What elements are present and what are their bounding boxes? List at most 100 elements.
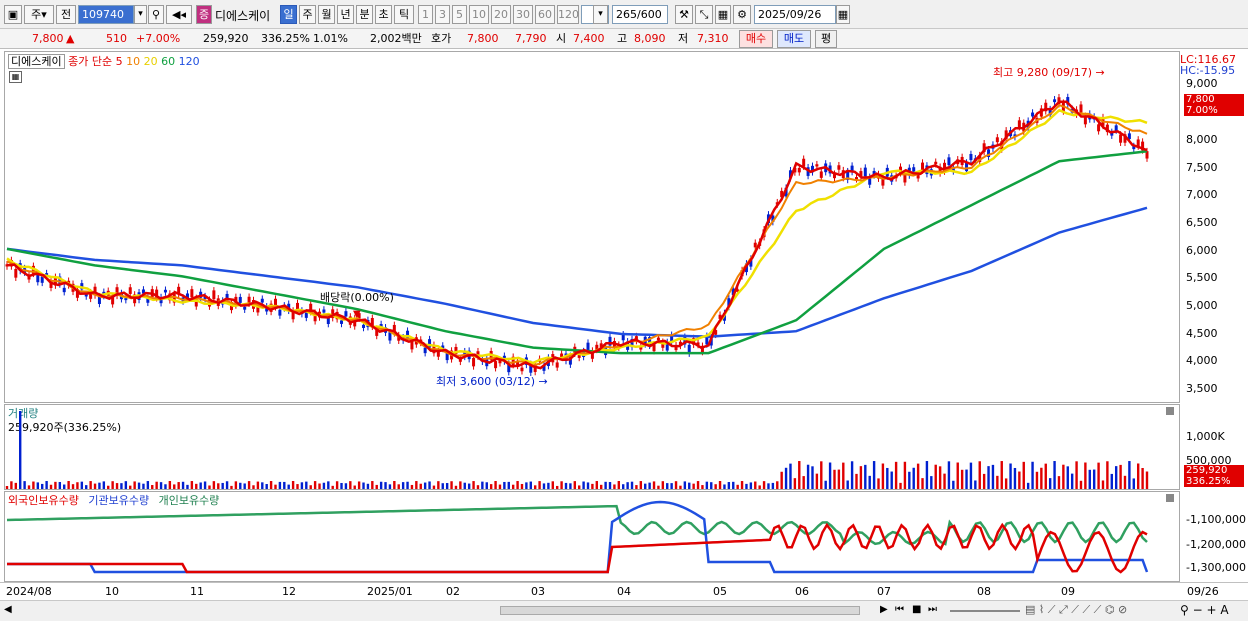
volume-bar xyxy=(965,469,968,489)
volume-bar xyxy=(1035,471,1039,489)
volume-bar xyxy=(181,481,185,489)
code-dropdown-icon[interactable]: ▾ xyxy=(134,5,147,24)
volume-bar xyxy=(256,481,260,489)
volume-bar xyxy=(952,480,955,489)
tool-icon[interactable]: ⚒ xyxy=(675,5,693,24)
zoom-tools-icon[interactable]: ⚲ − + A xyxy=(1180,603,1229,617)
volume-bar xyxy=(217,483,220,489)
x-tick: 08 xyxy=(977,585,991,598)
volume-bar xyxy=(375,484,378,489)
interval-30[interactable]: 30 xyxy=(513,5,533,24)
volume-value: 259,920 xyxy=(203,32,249,45)
period-second[interactable]: 초 xyxy=(375,5,392,24)
scroll-thumb[interactable] xyxy=(500,606,860,615)
candle-body xyxy=(340,320,344,324)
volume-bar xyxy=(120,483,123,489)
window-icon[interactable]: ▣ xyxy=(4,5,22,24)
x-axis: 2024/08 10 11 12 2025/01 02 03 04 05 06 … xyxy=(0,582,1248,600)
x-tick: 02 xyxy=(446,585,460,598)
volume-bar xyxy=(366,483,370,489)
candle-body xyxy=(797,168,801,173)
volume-bar xyxy=(1009,463,1012,489)
volume-bar xyxy=(1031,461,1034,489)
volume-bar xyxy=(115,483,119,489)
up-arrow-icon: ▲ xyxy=(66,32,75,45)
dividend-annotation: 배당락(0.00%) xyxy=(320,291,394,304)
volume-bar xyxy=(815,473,819,489)
interval-60[interactable]: 60 xyxy=(535,5,555,24)
scroll-bar[interactable]: ◀ ▶ ⏮ ■ ⏭ ▤ ⌇ ⟋ ⤢ ⟋ ⟋ ⟋ ⌬ ⊘ ⚲ − + A xyxy=(0,600,1248,621)
volume-bar xyxy=(943,473,946,489)
institution-line xyxy=(7,500,1149,574)
volume-bar xyxy=(1128,461,1131,489)
volume-pct: 336.25% xyxy=(261,32,310,45)
candle-body xyxy=(344,311,348,317)
zoom-slider[interactable] xyxy=(950,610,1020,612)
volume-bar xyxy=(648,482,651,489)
code-input[interactable]: 109740 xyxy=(78,5,134,24)
period-week[interactable]: 주 xyxy=(299,5,316,24)
market-type-select[interactable]: 주▾ xyxy=(24,5,54,24)
interval-3[interactable]: 3 xyxy=(435,5,450,24)
drawing-tools-icon[interactable]: ▤ ⌇ ⟋ ⤢ ⟋ ⟋ ⟋ ⌬ ⊘ xyxy=(1025,603,1127,617)
all-button[interactable]: 전 xyxy=(56,5,76,24)
volume-bar xyxy=(98,482,101,489)
candle-body xyxy=(260,298,264,303)
volume-bar xyxy=(784,467,788,489)
high-arrow-icon: → xyxy=(1095,66,1105,79)
first-icon[interactable]: ⏮ xyxy=(895,604,904,615)
gear-icon[interactable]: ⚙ xyxy=(733,5,751,24)
interval-20[interactable]: 20 xyxy=(491,5,511,24)
x-tick: 2024/08 xyxy=(6,585,52,598)
period-tick[interactable]: 틱 xyxy=(394,5,414,24)
sell-button[interactable]: 매도 xyxy=(777,30,811,48)
eval-button[interactable]: 평 xyxy=(815,30,837,48)
volume-bar xyxy=(58,481,62,489)
x-tick: 2025/01 xyxy=(367,585,413,598)
interval-5[interactable]: 5 xyxy=(452,5,467,24)
save-icon[interactable]: ▦ xyxy=(715,5,731,24)
volume-bar xyxy=(32,481,35,489)
interval-10[interactable]: 10 xyxy=(469,5,489,24)
zoom-icon[interactable]: ⤡ xyxy=(695,5,713,24)
ask-price-2: 7,790 xyxy=(515,32,547,45)
period-day[interactable]: 일 xyxy=(280,5,297,24)
stop-icon[interactable]: ■ xyxy=(912,604,921,615)
volume-bar xyxy=(1004,478,1008,489)
scroll-left-icon[interactable]: ◀ xyxy=(4,604,12,615)
last-icon[interactable]: ⏭ xyxy=(928,604,937,615)
speaker-icon[interactable]: ◀◂ xyxy=(166,5,192,24)
y-tick: 8,000 xyxy=(1186,133,1218,146)
calendar-icon[interactable]: ▦ xyxy=(836,5,850,24)
volume-bar xyxy=(604,481,607,489)
period-month[interactable]: 월 xyxy=(318,5,335,24)
interval-1[interactable]: 1 xyxy=(418,5,433,24)
volume-bar xyxy=(353,485,356,489)
candle-body xyxy=(1119,134,1123,143)
search-icon[interactable]: ⚲ xyxy=(148,5,164,24)
candle-body xyxy=(819,171,823,178)
candle-body xyxy=(995,137,999,143)
volume-bar xyxy=(1110,473,1113,489)
volume-bar xyxy=(1136,463,1140,489)
volume-bar xyxy=(155,481,158,489)
volume-bar xyxy=(274,484,277,489)
interval-dropdown-icon[interactable]: ▾ xyxy=(593,5,608,24)
date-input[interactable]: 2025/09/26 xyxy=(754,5,836,24)
volume-bar xyxy=(938,466,942,489)
buy-button[interactable]: 매수 xyxy=(739,30,773,48)
price-change-pct: +7.00% xyxy=(136,32,181,45)
candle-body xyxy=(1053,99,1057,103)
interval-120[interactable]: 120 xyxy=(557,5,579,24)
volume-bar xyxy=(261,482,264,489)
scroll-right-icon[interactable]: ▶ xyxy=(880,604,888,615)
count-input[interactable]: 265/600 xyxy=(612,5,668,24)
x-tick: 06 xyxy=(795,585,809,598)
volume-bar xyxy=(1106,461,1109,489)
candle-body xyxy=(1079,104,1083,113)
candle-body xyxy=(1097,124,1101,132)
period-minute[interactable]: 분 xyxy=(356,5,373,24)
volume-bar xyxy=(740,481,744,489)
period-year[interactable]: 년 xyxy=(337,5,354,24)
volume-bar xyxy=(657,485,660,489)
